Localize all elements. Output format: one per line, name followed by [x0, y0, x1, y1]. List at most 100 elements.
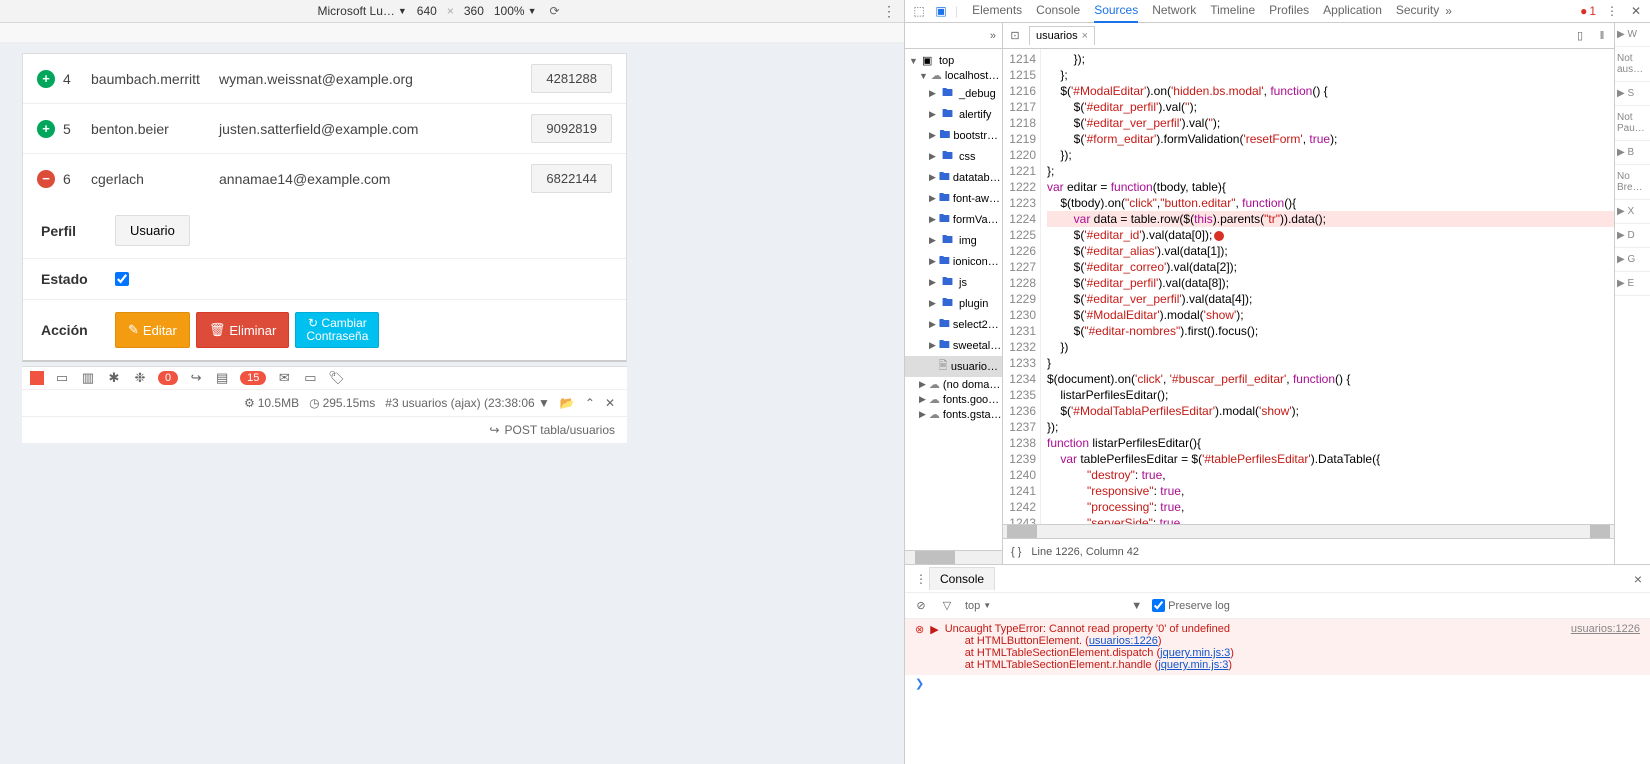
- user-code-button[interactable]: 6822144: [531, 164, 612, 193]
- error-count[interactable]: 1: [1580, 4, 1596, 18]
- tree-item[interactable]: ▶🖿js: [905, 272, 1002, 293]
- viewport-width[interactable]: 640: [417, 4, 437, 18]
- views-icon[interactable]: ❉: [132, 371, 148, 385]
- console-close-icon[interactable]: ×: [1634, 571, 1642, 587]
- minus-icon[interactable]: −: [37, 170, 55, 188]
- devtools-tab-sources[interactable]: Sources: [1094, 0, 1138, 23]
- tree-item[interactable]: ▼▣top: [905, 53, 1002, 68]
- estado-checkbox[interactable]: [115, 272, 129, 286]
- stack-link[interactable]: jquery.min.js:3: [1158, 659, 1228, 671]
- devtools-tab-application[interactable]: Application: [1323, 0, 1382, 23]
- debugger-section[interactable]: ▶ D: [1615, 224, 1650, 248]
- resume-icon[interactable]: ‖: [1594, 28, 1610, 44]
- tree-item[interactable]: ▶🖿select2…: [905, 314, 1002, 335]
- devtools-tab-security[interactable]: Security: [1396, 0, 1439, 23]
- route-icon[interactable]: ↪: [188, 371, 204, 385]
- file-navigator: » ▼▣top▼☁localhost…▶🖿_debug▶🖿alertify▶🖿b…: [905, 23, 1003, 564]
- timeline-icon[interactable]: ▥: [80, 371, 96, 385]
- tree-item[interactable]: ▼☁localhost…: [905, 68, 1002, 83]
- request-select[interactable]: #3 usuarios (ajax) (23:38:06 ▼: [385, 396, 550, 410]
- debugger-section[interactable]: No Bre…: [1615, 165, 1650, 200]
- editar-button[interactable]: ✎Editar: [115, 312, 190, 348]
- devtools-tab-network[interactable]: Network: [1152, 0, 1196, 23]
- tree-item[interactable]: ▶🖿sweetal…: [905, 335, 1002, 356]
- mails-icon[interactable]: ✉: [276, 371, 292, 385]
- debugger-section[interactable]: ▶ S: [1615, 82, 1650, 106]
- devtools-tab-console[interactable]: Console: [1036, 0, 1080, 23]
- plus-icon[interactable]: +: [37, 120, 55, 138]
- inspect-icon[interactable]: ⬚: [911, 3, 927, 19]
- preserve-log-checkbox[interactable]: Preserve log: [1152, 599, 1230, 612]
- console-menu-icon[interactable]: ⋮: [913, 571, 929, 587]
- debugger-section[interactable]: Not Pau…: [1615, 106, 1650, 141]
- file-history-icon[interactable]: ⊡: [1007, 28, 1023, 44]
- stack-link[interactable]: usuarios:1226: [1089, 635, 1158, 647]
- folder-icon[interactable]: 📂: [560, 396, 575, 410]
- user-code-button[interactable]: 4281288: [531, 64, 612, 93]
- close-tab-icon[interactable]: ×: [1082, 30, 1088, 42]
- debugger-section[interactable]: ▶ B: [1615, 141, 1650, 165]
- debugger-section[interactable]: ▶ G: [1615, 248, 1650, 272]
- queries-icon[interactable]: ▤: [214, 371, 230, 385]
- more-tabs-icon[interactable]: »: [1445, 4, 1452, 18]
- tree-item[interactable]: ▶🖿plugin: [905, 293, 1002, 314]
- code-editor[interactable]: 1214121512161217121812191220122112221223…: [1003, 49, 1614, 524]
- device-select[interactable]: Microsoft Lu…: [318, 4, 407, 18]
- debugbar: ▭ ▥ ✱ ❉ 0 ↪ ▤ 15 ✉ ▭ 🏷 ⚙ 10.5MB ◷ 295.15…: [22, 366, 627, 443]
- devtools-tab-timeline[interactable]: Timeline: [1210, 0, 1255, 23]
- zoom-select[interactable]: 100%: [494, 4, 537, 18]
- pause-icon[interactable]: ▯: [1572, 28, 1588, 44]
- filter-icon[interactable]: ▽: [939, 598, 955, 614]
- perfil-value-button[interactable]: Usuario: [115, 215, 190, 246]
- cambiar-contrasena-button[interactable]: ↻ CambiarContraseña: [295, 312, 379, 348]
- debugger-section[interactable]: ▶ W: [1615, 23, 1650, 47]
- tree-item[interactable]: ▶🖿ionicon…: [905, 251, 1002, 272]
- tree-item[interactable]: ▶☁fonts.gsta…: [905, 407, 1002, 422]
- level-select[interactable]: ▼: [1131, 600, 1142, 612]
- devtools-tab-profiles[interactable]: Profiles: [1269, 0, 1309, 23]
- code-scrollbar[interactable]: [1003, 524, 1614, 538]
- debugger-section[interactable]: ▶ E: [1615, 272, 1650, 296]
- viewport-height[interactable]: 360: [464, 4, 484, 18]
- stack-link[interactable]: jquery.min.js:3: [1160, 647, 1230, 659]
- tree-item[interactable]: ▶🖿_debug: [905, 83, 1002, 104]
- devtools-close-icon[interactable]: ✕: [1628, 3, 1644, 19]
- request-icon[interactable]: 🏷: [328, 371, 344, 385]
- tree-item[interactable]: ▶☁fonts.goo…: [905, 392, 1002, 407]
- plus-icon[interactable]: +: [37, 70, 55, 88]
- console-prompt[interactable]: ❯: [905, 675, 1650, 692]
- collapse-icon[interactable]: ⌃: [585, 396, 595, 410]
- session-icon[interactable]: ▭: [302, 371, 318, 385]
- user-code-button[interactable]: 9092819: [531, 114, 612, 143]
- messages-icon[interactable]: ▭: [54, 371, 70, 385]
- mobile-menu-icon[interactable]: ⋮: [882, 3, 896, 20]
- close-icon[interactable]: ✕: [605, 396, 615, 410]
- format-icon[interactable]: { }: [1011, 546, 1021, 558]
- tree-item[interactable]: ▶🖿font-aw…: [905, 188, 1002, 209]
- rotate-icon[interactable]: ⟳: [547, 3, 563, 19]
- tree-item[interactable]: ▶🖿css: [905, 146, 1002, 167]
- tree-item[interactable]: 🗎usuario…: [905, 356, 1002, 377]
- tree-item[interactable]: ▶🖿formVa…: [905, 209, 1002, 230]
- debugger-section[interactable]: Not aus…: [1615, 47, 1650, 82]
- laravel-icon[interactable]: [30, 371, 44, 385]
- exceptions-icon[interactable]: ✱: [106, 371, 122, 385]
- devtools-tab-elements[interactable]: Elements: [972, 0, 1022, 23]
- error-source-link[interactable]: usuarios:1226: [1571, 623, 1640, 635]
- nav-scrollbar[interactable]: [905, 550, 1002, 564]
- device-mode-icon[interactable]: ▣: [933, 3, 949, 19]
- tree-item[interactable]: ▶🖿bootstr…: [905, 125, 1002, 146]
- source-tab[interactable]: usuarios ×: [1029, 26, 1095, 45]
- tree-item[interactable]: ▶🖿datatab…: [905, 167, 1002, 188]
- tree-item[interactable]: ▶🖿alertify: [905, 104, 1002, 125]
- nav-menu-icon[interactable]: »: [990, 30, 996, 42]
- tree-item[interactable]: ▶☁(no doma…: [905, 377, 1002, 392]
- context-select[interactable]: top: [965, 600, 991, 612]
- tree-item[interactable]: ▶🖿img: [905, 230, 1002, 251]
- expand-icon[interactable]: ▶: [930, 623, 938, 671]
- devtools-menu-icon[interactable]: ⋮: [1604, 3, 1620, 19]
- eliminar-button[interactable]: 🗑Eliminar: [196, 312, 289, 348]
- console-tab[interactable]: Console: [929, 567, 995, 590]
- debugger-section[interactable]: ▶ X: [1615, 200, 1650, 224]
- clear-console-icon[interactable]: ⊘: [913, 598, 929, 614]
